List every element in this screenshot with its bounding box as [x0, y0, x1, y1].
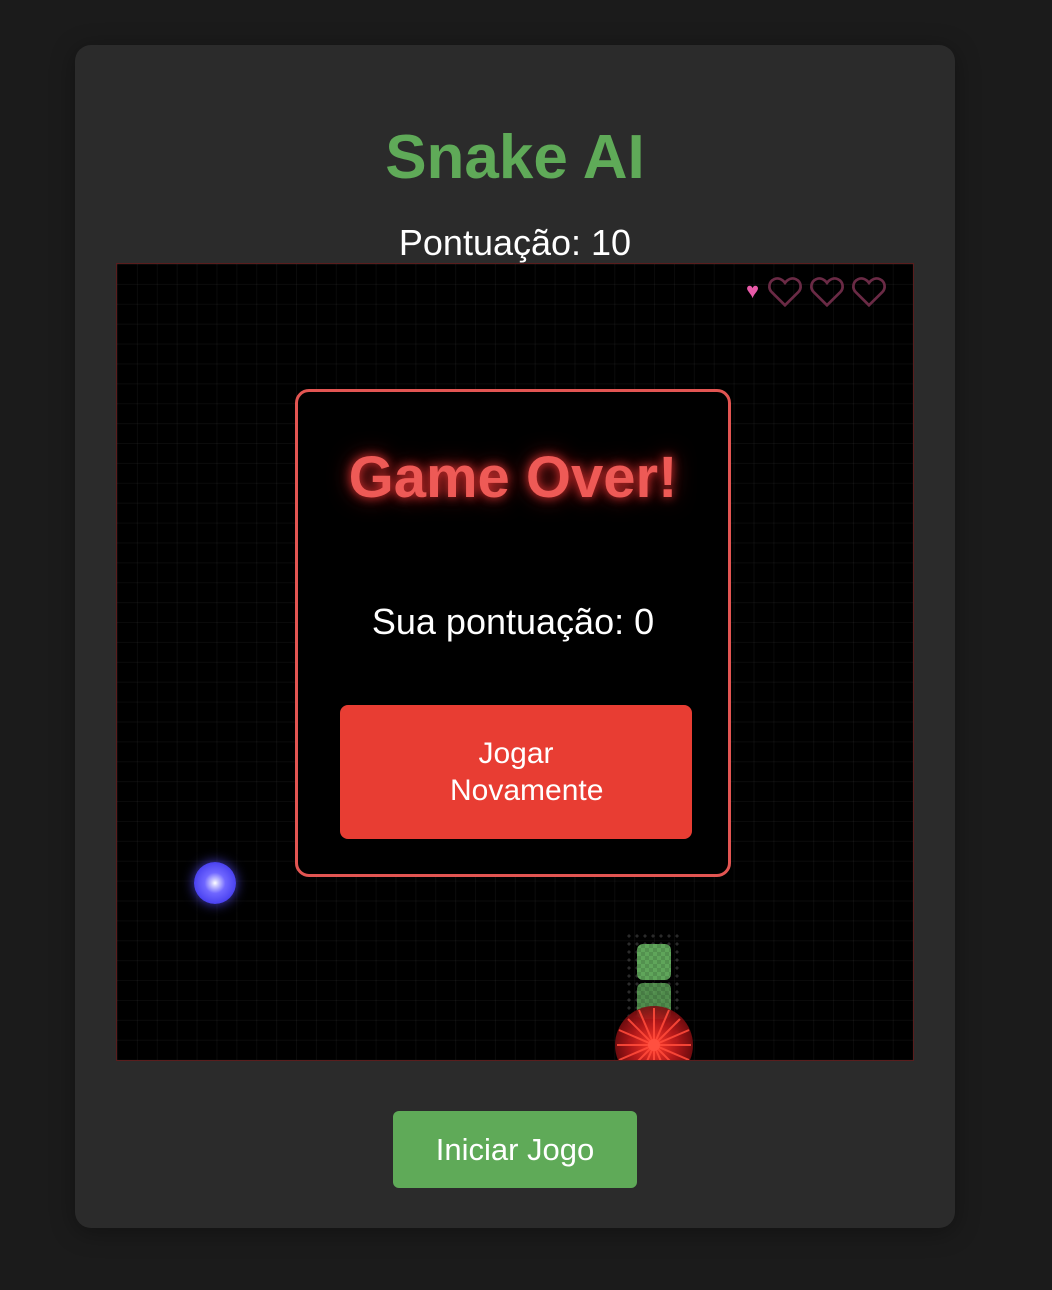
game-board[interactable]: ♥ Game Over! Sua pontuação: 0 Jogar Nova…: [116, 263, 914, 1061]
food-orb: [194, 862, 236, 904]
lives-indicator: ♥: [746, 274, 887, 308]
play-again-button[interactable]: Jogar Novamente: [340, 705, 692, 839]
score-display: Pontuação: 10: [398, 222, 632, 263]
empty-heart-icon: [767, 274, 803, 308]
game-over-dialog: Game Over! Sua pontuação: 0 Jogar Novame…: [295, 389, 731, 877]
final-score-text: Sua pontuação: 0: [371, 601, 655, 642]
heart-icon: ♥: [745, 278, 759, 303]
empty-heart-icon: [851, 274, 887, 308]
collision-explosion-icon: [615, 1006, 693, 1060]
game-over-title: Game Over!: [348, 445, 678, 510]
empty-heart-icon: [809, 274, 845, 308]
snake-segment: [637, 944, 671, 980]
page-title: Snake AI: [385, 123, 645, 192]
start-game-button[interactable]: Iniciar Jogo: [393, 1111, 637, 1188]
game-card: Snake AI Pontuação: 10 ♥ Game Over! Sua …: [75, 45, 955, 1228]
